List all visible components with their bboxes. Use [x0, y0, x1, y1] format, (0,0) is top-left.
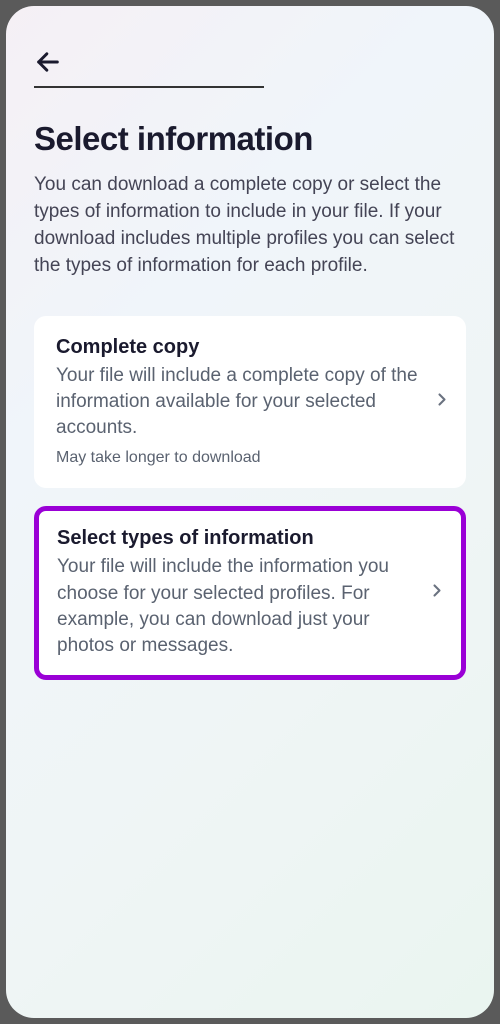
- page-title: Select information: [34, 120, 466, 158]
- option-select-types[interactable]: Select types of information Your file wi…: [34, 506, 466, 680]
- option-description: Your file will include the information y…: [57, 554, 419, 659]
- option-description: Your file will include a complete copy o…: [56, 363, 420, 442]
- app-screen: Select information You can download a co…: [6, 6, 494, 1018]
- option-title: Select types of information: [57, 527, 419, 550]
- arrow-left-icon: [34, 48, 62, 76]
- back-button[interactable]: [34, 44, 70, 80]
- main-content: Select information You can download a co…: [6, 96, 494, 680]
- header-row: [6, 24, 494, 96]
- page-description: You can download a complete copy or sele…: [34, 172, 466, 280]
- chevron-right-icon: [427, 581, 447, 606]
- chevron-right-icon: [432, 390, 452, 415]
- option-note: May take longer to download: [56, 448, 420, 469]
- option-complete-copy[interactable]: Complete copy Your file will include a c…: [34, 316, 466, 488]
- progress-indicator: [34, 86, 264, 88]
- option-title: Complete copy: [56, 336, 420, 359]
